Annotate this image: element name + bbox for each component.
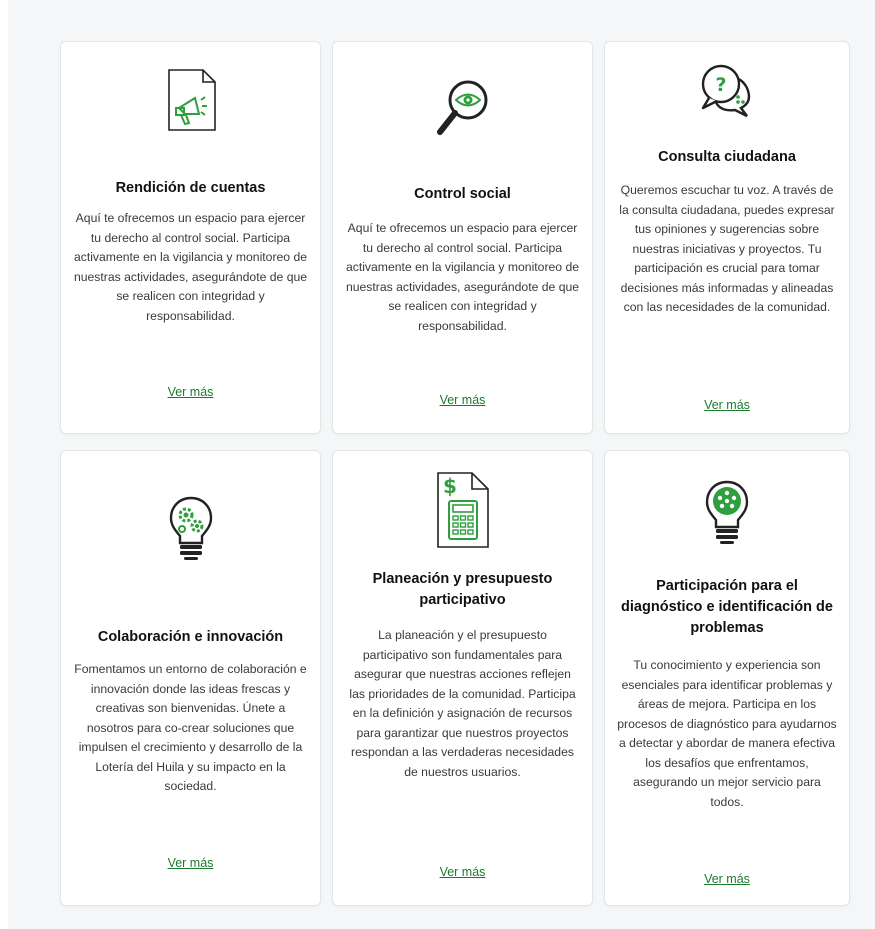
ver-mas-link[interactable]: Ver más — [61, 385, 320, 399]
card-consulta-ciudadana: ? Consulta ciudadana Queremos escuchar t… — [604, 41, 850, 434]
lightbulb-people-icon — [605, 479, 849, 545]
card-title: Colaboración e innovación — [97, 629, 284, 645]
svg-text:$: $ — [443, 474, 457, 498]
card-description: Queremos escuchar tu voz. A través de la… — [619, 183, 835, 314]
ver-mas-link[interactable]: Ver más — [61, 856, 320, 870]
content-panel: Rendición de cuentas Aquí te ofrecemos u… — [8, 0, 875, 929]
card-description: Aquí te ofrecemos un espacio para ejerce… — [73, 211, 308, 323]
lightbulb-gears-icon — [61, 495, 320, 561]
card-title: Control social — [414, 186, 511, 202]
ver-mas-link[interactable]: Ver más — [605, 398, 849, 412]
card-colaboracion-e-innovacion: Colaboración e innovación Fomentamos un … — [60, 450, 321, 906]
megaphone-document-icon — [61, 68, 320, 134]
speech-bubbles-question-icon: ? — [605, 62, 849, 118]
magnifying-glass-eye-icon — [333, 76, 592, 140]
card-description: La planeación y el presupuesto participa… — [349, 628, 576, 779]
card-control-social: Control social Aquí te ofrecemos un espa… — [332, 41, 593, 434]
card-planeacion-y-presupuesto: $ Planeación y presupuesto participativo… — [332, 450, 593, 906]
card-description: Tu conocimiento y experiencia son esenci… — [617, 658, 837, 809]
card-title: Participación para el diagnóstico e iden… — [621, 578, 833, 636]
card-description: Aquí te ofrecemos un espacio para ejerce… — [345, 221, 580, 333]
card-title: Consulta ciudadana — [658, 149, 796, 165]
ver-mas-link[interactable]: Ver más — [333, 865, 592, 879]
ver-mas-link[interactable]: Ver más — [333, 393, 592, 407]
svg-text:?: ? — [715, 74, 726, 96]
budget-calculator-document-icon: $ — [333, 471, 592, 549]
card-description: Fomentamos un entorno de colaboración e … — [74, 662, 307, 793]
card-participacion-diagnostico: Participación para el diagnóstico e iden… — [604, 450, 850, 906]
card-title: Rendición de cuentas — [115, 180, 266, 196]
card-rendicion-de-cuentas: Rendición de cuentas Aquí te ofrecemos u… — [60, 41, 321, 434]
ver-mas-link[interactable]: Ver más — [605, 872, 849, 886]
card-title: Planeación y presupuesto participativo — [372, 571, 553, 608]
